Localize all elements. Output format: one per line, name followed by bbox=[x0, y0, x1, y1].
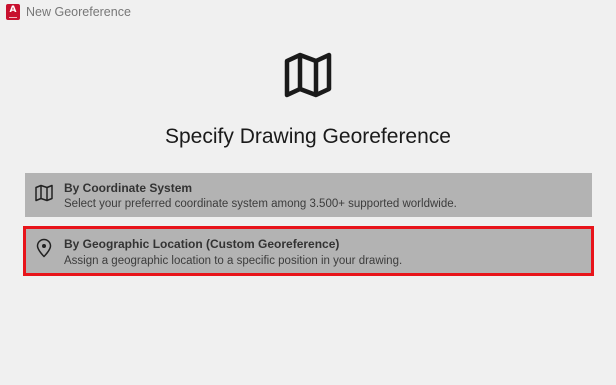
option-description: Assign a geographic location to a specif… bbox=[64, 255, 403, 267]
option-description: Select your preferred coordinate system … bbox=[64, 198, 457, 210]
title-bar: A New Georeference bbox=[0, 0, 616, 26]
location-pin-icon bbox=[36, 238, 52, 258]
autocad-app-icon: A bbox=[6, 4, 20, 20]
page-title: Specify Drawing Georeference bbox=[165, 125, 451, 148]
option-by-coordinate-system[interactable]: By Coordinate System Select your preferr… bbox=[25, 173, 592, 217]
map-icon bbox=[35, 184, 53, 202]
window-title: New Georeference bbox=[26, 5, 131, 19]
option-title: By Coordinate System bbox=[64, 181, 193, 195]
app-icon-letter: A bbox=[9, 5, 17, 15]
option-by-geographic-location[interactable]: By Geographic Location (Custom Georefere… bbox=[23, 226, 594, 276]
map-icon bbox=[284, 52, 332, 98]
option-title: By Geographic Location (Custom Georefere… bbox=[64, 237, 340, 251]
